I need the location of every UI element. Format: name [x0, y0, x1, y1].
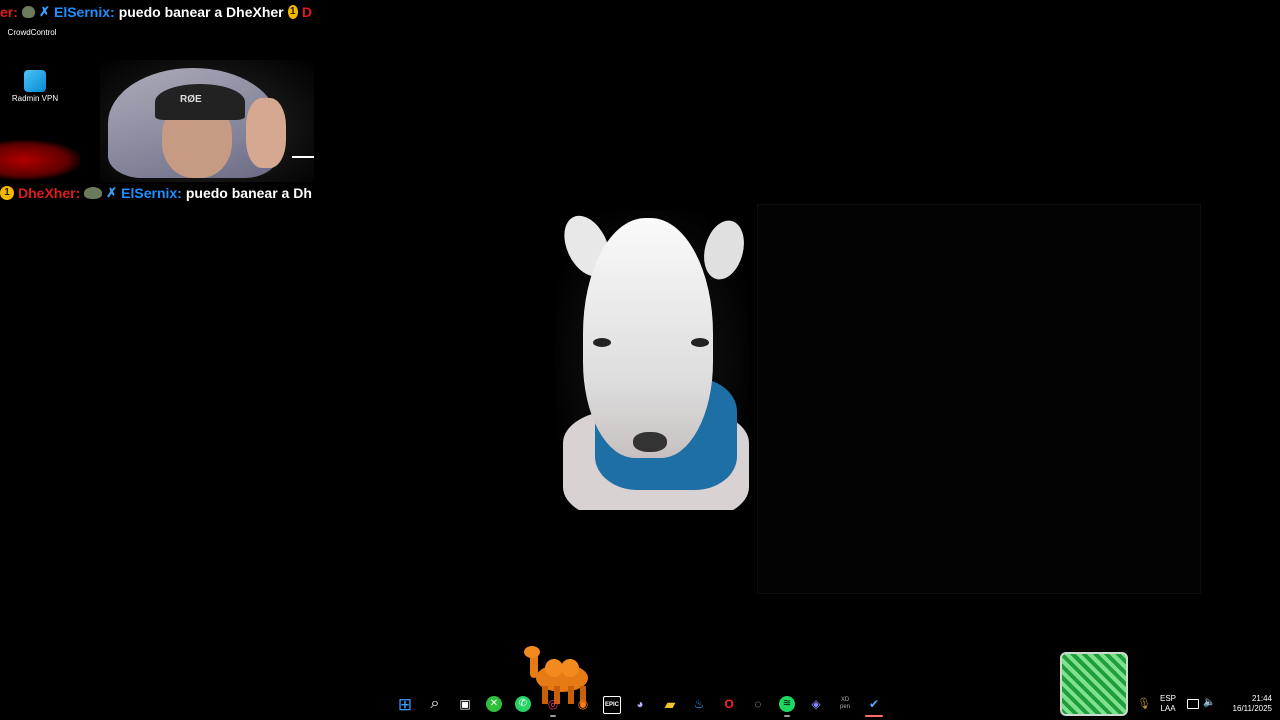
- radmin-vpn-icon: [24, 70, 46, 92]
- epic-games-glyph: EPIC: [604, 702, 619, 708]
- turtle-emote-icon: [84, 187, 103, 199]
- firefox-icon[interactable]: ◉: [575, 696, 591, 712]
- webcam-overlay: RØE: [100, 60, 314, 182]
- firefox-glyph: ◉: [577, 697, 589, 711]
- obs-studio-glyph: ◌: [754, 697, 762, 711]
- chat-username: ElSernix:: [53, 4, 115, 20]
- opera-gx-icon[interactable]: ◎: [545, 696, 561, 712]
- xbox-icon[interactable]: ✕: [486, 696, 502, 712]
- spotify-icon[interactable]: ≋: [779, 696, 795, 712]
- chat-ticker-bottom: 1 DheXher: ✗ ElSernix: puedo banear a Dh: [0, 184, 312, 202]
- file-explorer-icon[interactable]: ▰: [662, 696, 678, 712]
- steam-active-glyph: ✔: [868, 697, 880, 711]
- proton-vpn-icon[interactable]: ◈: [808, 696, 824, 712]
- sword-badge-icon: ✗: [106, 185, 118, 200]
- network-icon[interactable]: [1187, 699, 1199, 709]
- chat-username: D: [301, 4, 312, 20]
- obs-icon[interactable]: ◕: [632, 696, 648, 712]
- whatsapp-icon[interactable]: ✆: [515, 696, 531, 712]
- steam-active-icon[interactable]: ✔: [866, 696, 882, 712]
- webcam-hand: [246, 98, 286, 168]
- xd-pen-glyph: XD pen: [839, 697, 850, 710]
- dark-window-panel[interactable]: [757, 204, 1201, 594]
- language-code: ESP: [1159, 694, 1176, 703]
- running-indicator: [784, 715, 790, 717]
- microphone-icon[interactable]: 🎙: [1137, 697, 1151, 710]
- xbox-glyph: ✕: [489, 698, 499, 709]
- desktop-icon-label: Radmin VPN: [11, 94, 59, 103]
- xd-pen-icon[interactable]: XD pen: [837, 696, 853, 712]
- clock[interactable]: 21:44 16/11/2025: [1222, 694, 1272, 714]
- epic-games-icon[interactable]: EPIC: [603, 696, 621, 714]
- opera-icon[interactable]: O: [721, 696, 737, 712]
- chat-message: puedo banear a DheXher: [118, 4, 284, 20]
- obs-glyph: ◕: [636, 697, 644, 711]
- webcam-bar: [292, 156, 314, 158]
- chat-message: puedo banear a Dh: [185, 185, 312, 201]
- opera-gx-glyph: ◎: [547, 697, 559, 711]
- search-icon[interactable]: ⌕: [427, 696, 443, 712]
- running-indicator: [550, 715, 556, 717]
- windows-start-icon[interactable]: ⊞: [397, 694, 413, 714]
- spotify-glyph: ≋: [782, 698, 792, 709]
- dog-ear-right: [697, 216, 749, 284]
- microphone-glyph: 🎙: [1137, 698, 1151, 710]
- steam-icon[interactable]: ♨: [691, 696, 707, 712]
- badge-count-icon: 1: [287, 5, 298, 19]
- language-indicator[interactable]: ESP LAA: [1156, 694, 1180, 714]
- chat-username: er:: [0, 4, 18, 20]
- turtle-emote-icon: [21, 6, 36, 18]
- dog-image: [555, 210, 749, 510]
- dog-eye-right: [691, 338, 709, 347]
- red-splash-graphic: [0, 140, 80, 180]
- whatsapp-glyph: ✆: [518, 698, 528, 709]
- chat-username: DheXher:: [18, 185, 81, 201]
- dog-nose: [633, 432, 667, 452]
- desktop-icon-radmin-vpn[interactable]: Radmin VPN: [0, 70, 70, 103]
- opera-glyph: O: [724, 697, 734, 711]
- clock-time: 21:44: [1251, 694, 1272, 703]
- obs-studio-icon[interactable]: ◌: [750, 696, 766, 712]
- sword-badge-icon: ✗: [39, 4, 50, 19]
- badge-count-icon: 1: [0, 186, 14, 200]
- search-glyph: ⌕: [430, 695, 440, 712]
- task-view-glyph: ▣: [459, 697, 471, 711]
- proton-vpn-glyph: ◈: [811, 697, 821, 711]
- cap-logo-text: RØE: [180, 94, 202, 105]
- desktop-icon-label: CrowdControl: [7, 28, 57, 37]
- chat-username: ElSernix:: [121, 185, 182, 201]
- active-app-indicator: [865, 715, 883, 717]
- dog-eye-left: [593, 338, 611, 347]
- task-view-icon[interactable]: ▣: [457, 696, 473, 712]
- windows-logo-glyph: ⊞: [397, 694, 413, 714]
- keyboard-layout: LAA: [1160, 704, 1176, 713]
- chat-ticker-top: er: ✗ ElSernix: puedo banear a DheXher 1…: [0, 2, 312, 22]
- file-explorer-glyph: ▰: [664, 696, 676, 712]
- clock-date: 16/11/2025: [1232, 704, 1272, 713]
- volume-icon[interactable]: 🔈: [1203, 697, 1215, 708]
- steam-glyph: ♨: [693, 697, 705, 711]
- desktop-icon-crowdcontrol[interactable]: CrowdControl: [0, 28, 64, 37]
